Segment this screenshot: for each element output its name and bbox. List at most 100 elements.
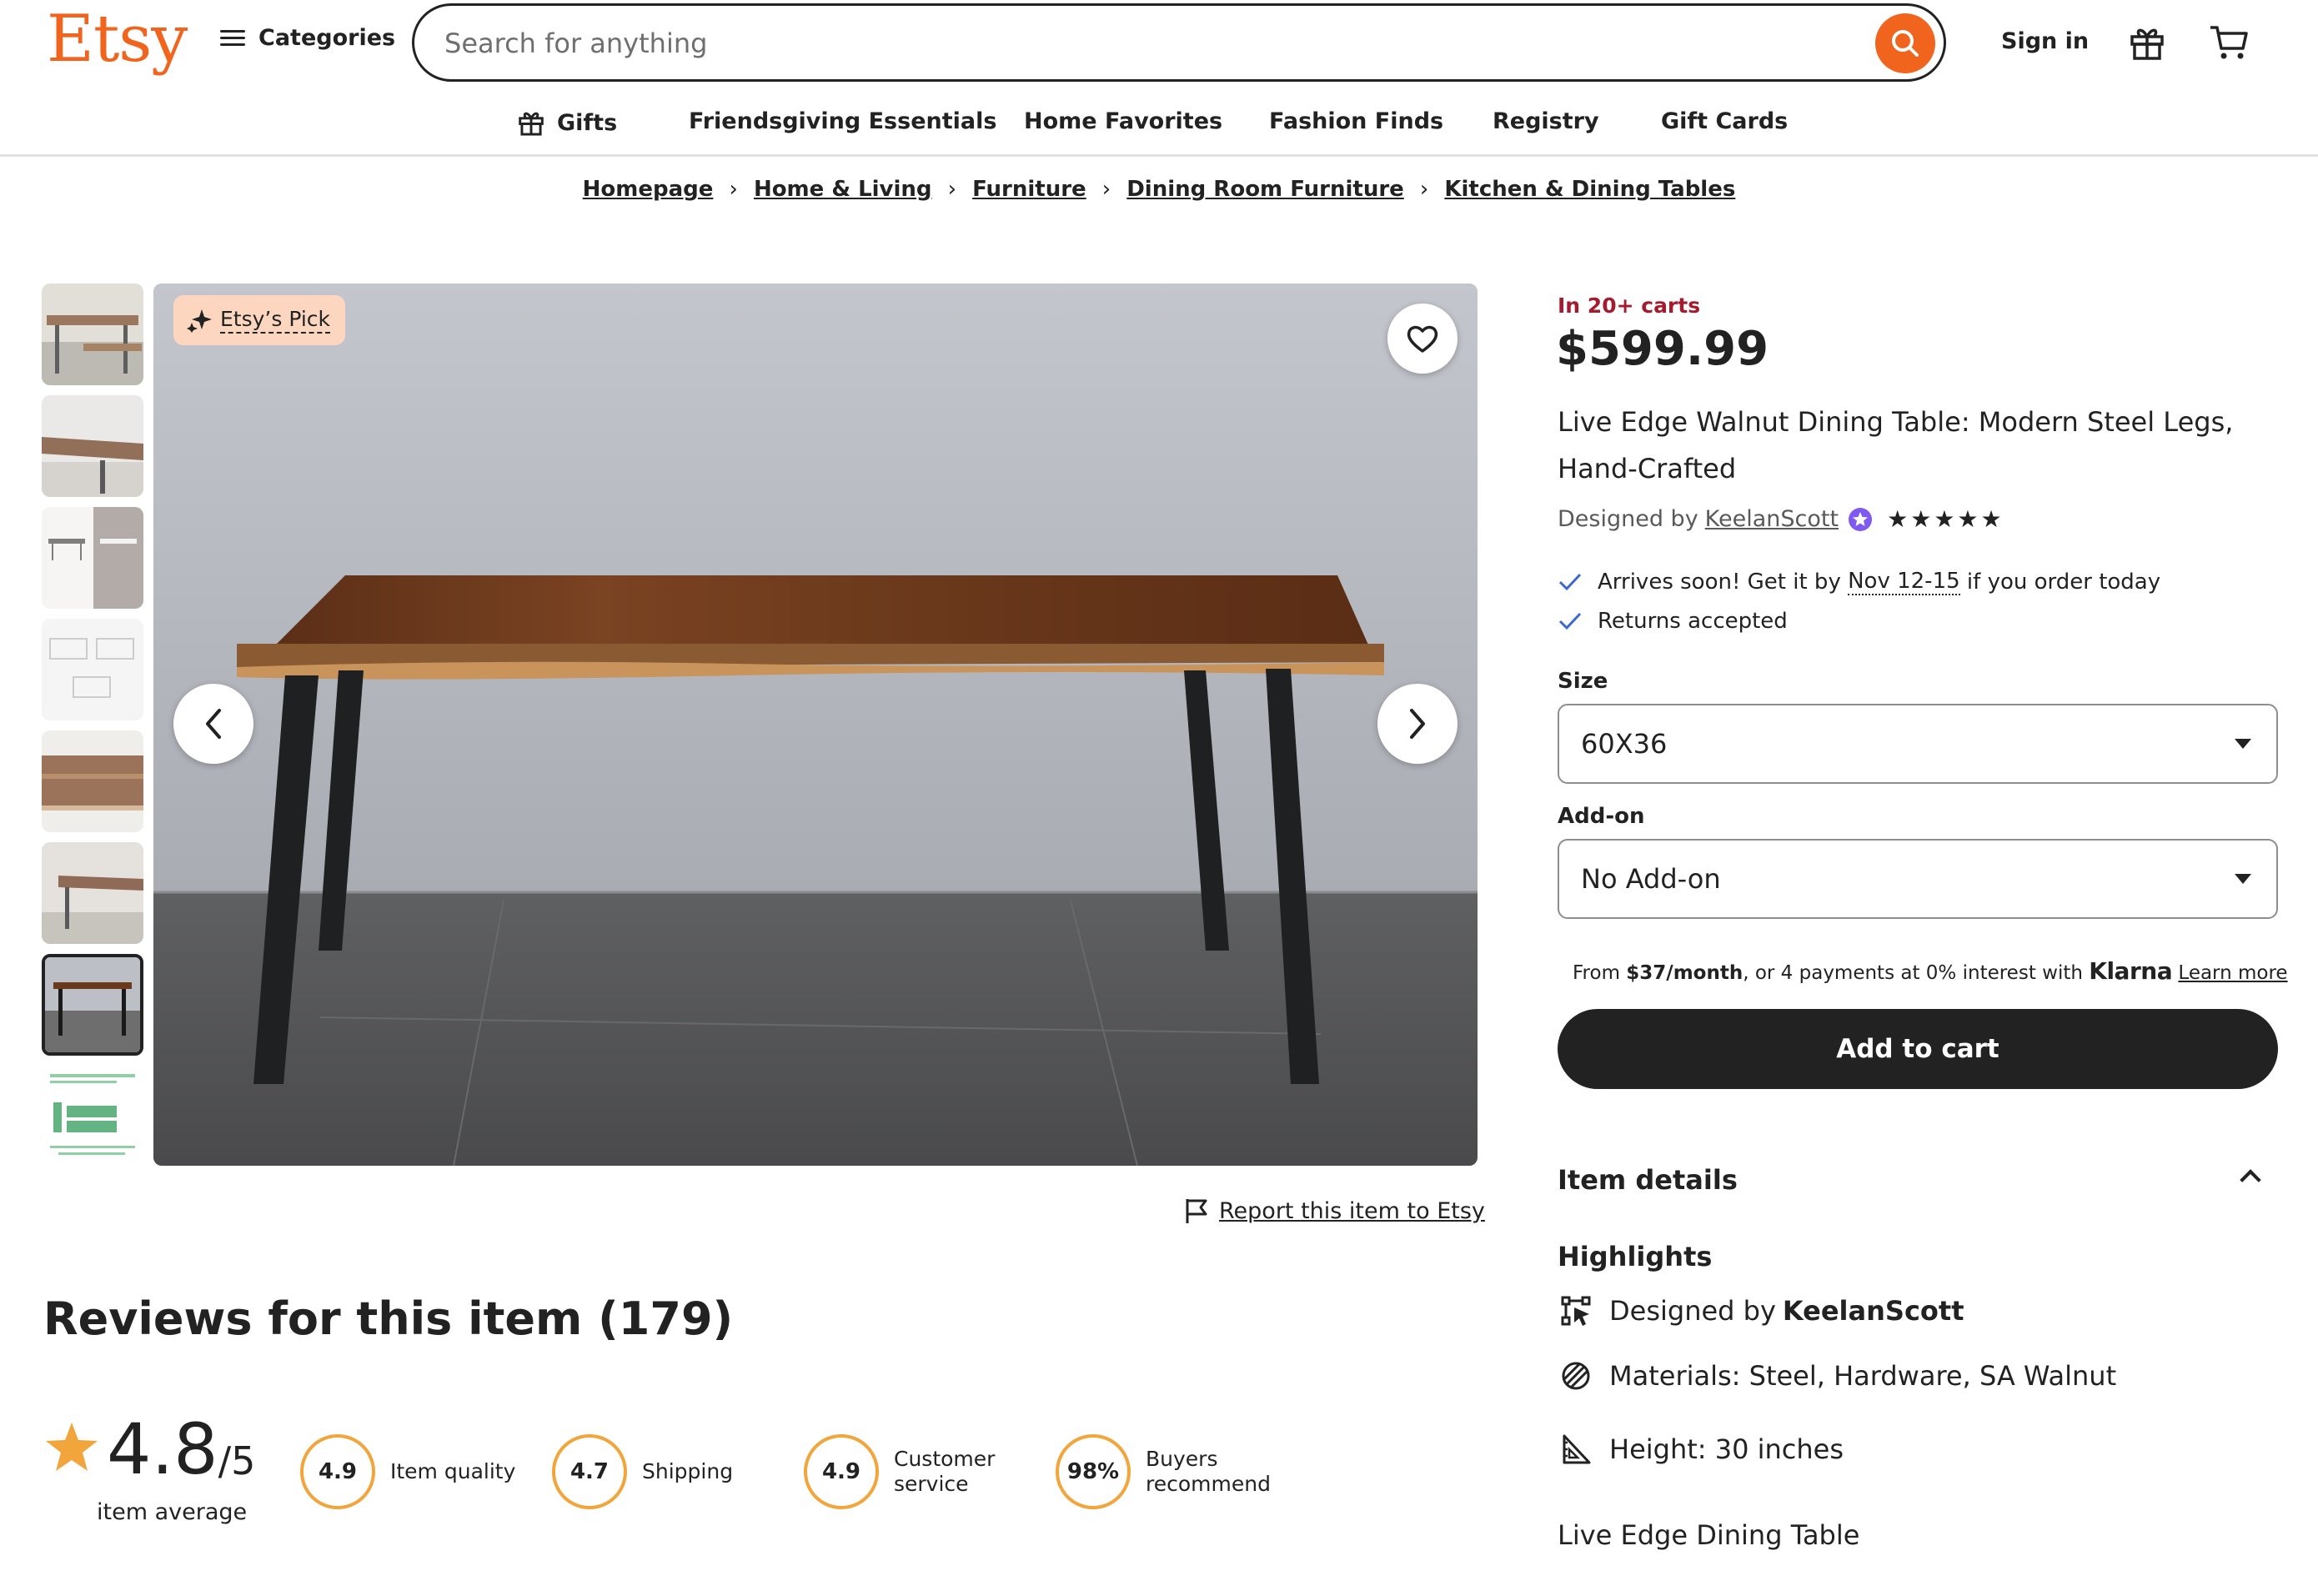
- chevron-up-icon: [2240, 1169, 2261, 1191]
- highlight-designed-prefix: Designed by: [1609, 1295, 1776, 1327]
- klarna-logo: Klarna: [2089, 957, 2173, 985]
- metric-value: 4.9: [804, 1434, 879, 1509]
- chevron-right-icon: ›: [947, 177, 956, 202]
- item-details-label: Item details: [1558, 1164, 1738, 1196]
- add-to-cart-button[interactable]: Add to cart: [1558, 1009, 2278, 1089]
- metric-customer-service: 4.9 Customer service: [804, 1434, 995, 1509]
- size-select[interactable]: 60X36: [1558, 704, 2278, 784]
- menu-icon: [220, 28, 245, 48]
- star-icon: ★: [1980, 505, 2002, 533]
- klarna-prefix: From: [1573, 962, 1620, 984]
- breadcrumb-furniture[interactable]: Furniture: [972, 177, 1086, 202]
- metric-label: Item quality: [390, 1459, 516, 1483]
- search-bar: [412, 3, 1946, 82]
- average-rating: 4.8 /5: [45, 1414, 255, 1484]
- design-tool-icon: [1561, 1296, 1591, 1326]
- next-image-button[interactable]: [1377, 684, 1458, 764]
- caret-down-icon: [2235, 874, 2251, 884]
- nav-friendsgiving[interactable]: Friendsgiving Essentials: [689, 108, 996, 134]
- size-label: Size: [1558, 669, 1608, 694]
- metric-item-quality: 4.9 Item quality: [300, 1434, 515, 1509]
- highlight-height: Height: 30 inches: [1559, 1433, 1844, 1466]
- thumbnail[interactable]: [42, 284, 143, 385]
- nav-gifts[interactable]: Gifts: [517, 108, 617, 137]
- nav-gift-cards[interactable]: Gift Cards: [1661, 108, 1788, 134]
- addon-label: Add-on: [1558, 804, 1645, 829]
- report-item-link[interactable]: Report this item to Etsy: [1184, 1197, 1485, 1224]
- nav-home-favorites[interactable]: Home Favorites: [1024, 108, 1222, 134]
- highlight-designed-by: Designed by KeelanScott: [1559, 1294, 1964, 1327]
- delivery-dates[interactable]: Nov 12-15: [1848, 569, 1960, 595]
- main-product-image[interactable]: Etsy’s Pick: [153, 284, 1478, 1166]
- thumbnail[interactable]: [42, 842, 143, 944]
- favorite-button[interactable]: [1387, 304, 1458, 374]
- product-photo: [153, 284, 1478, 1166]
- etsys-pick-badge[interactable]: Etsy’s Pick: [173, 295, 346, 345]
- star-icon: ★: [1910, 505, 1932, 533]
- shop-star-rating: ★ ★ ★ ★ ★: [1887, 505, 2004, 533]
- listing-description-heading: Live Edge Dining Table: [1558, 1519, 1860, 1551]
- check-icon: [1558, 573, 1582, 591]
- product-title: Live Edge Walnut Dining Table: Modern St…: [1558, 406, 2234, 484]
- thumbnail[interactable]: [42, 619, 143, 720]
- delivery-estimate: Arrives soon! Get it by Nov 12-15 if you…: [1558, 569, 2160, 595]
- thumbnail[interactable]: [42, 730, 143, 832]
- average-rating-label: item average: [97, 1499, 248, 1525]
- ruler-triangle-icon: [1563, 1434, 1591, 1464]
- highlights-heading: Highlights: [1558, 1241, 1713, 1272]
- klarna-learn-more-link[interactable]: Learn more: [2178, 962, 2287, 984]
- shop-name-link[interactable]: KeelanScott: [1705, 506, 1839, 532]
- star-seller-badge-icon: [1849, 507, 1873, 531]
- metric-value: 4.7: [552, 1434, 627, 1509]
- gift-icon: [2130, 28, 2164, 60]
- metric-buyers-recommend: 98% Buyers recommend: [1056, 1434, 1271, 1509]
- highlight-height-label: Height: 30 inches: [1609, 1433, 1844, 1465]
- thumbnail[interactable]: [42, 1066, 143, 1167]
- size-selected-value: 60X36: [1581, 728, 1668, 760]
- cart-button[interactable]: [2208, 23, 2250, 65]
- average-rating-value: 4.8: [107, 1408, 218, 1490]
- nav-registry[interactable]: Registry: [1493, 108, 1599, 134]
- etsys-pick-label: Etsy’s Pick: [220, 307, 331, 334]
- search-button[interactable]: [1875, 13, 1935, 73]
- metric-value: 4.9: [300, 1434, 375, 1509]
- thumbnail[interactable]: [42, 507, 143, 609]
- categories-button[interactable]: Categories: [220, 25, 395, 51]
- metric-label: Shipping: [642, 1459, 734, 1483]
- previous-image-button[interactable]: [173, 684, 253, 764]
- star-icon: ★: [1957, 505, 1979, 533]
- nav-fashion-finds[interactable]: Fashion Finds: [1269, 108, 1443, 134]
- klarna-financing: From $37/month, or 4 payments at 0% inte…: [1573, 957, 2288, 985]
- breadcrumb-homepage[interactable]: Homepage: [583, 177, 714, 202]
- chevron-right-icon: ›: [1419, 177, 1429, 202]
- chevron-right-icon: ›: [729, 177, 738, 202]
- breadcrumb-dining-room-furniture[interactable]: Dining Room Furniture: [1126, 177, 1404, 202]
- sign-in-link[interactable]: Sign in: [2001, 28, 2089, 54]
- flag-icon: [1186, 1199, 1207, 1223]
- metric-shipping: 4.7 Shipping: [552, 1434, 733, 1509]
- nav-gifts-label: Gifts: [557, 109, 618, 136]
- returns-label: Returns accepted: [1598, 609, 1788, 634]
- highlight-materials-label: Materials: Steel, Hardware, SA Walnut: [1609, 1360, 2117, 1392]
- average-rating-scale: /5: [218, 1438, 256, 1483]
- gift-mode-button[interactable]: [2128, 23, 2166, 65]
- check-icon: [1558, 612, 1582, 630]
- klarna-middle: , or 4 payments at 0% interest with: [1743, 962, 2083, 984]
- highlight-designed-shop[interactable]: KeelanScott: [1783, 1295, 1964, 1327]
- categories-label: Categories: [258, 25, 396, 51]
- metric-label: Buyers: [1146, 1447, 1218, 1471]
- reviews-heading: Reviews for this item (179): [43, 1292, 734, 1345]
- thumbnail-active[interactable]: [42, 954, 143, 1056]
- in-carts-notice: In 20+ carts: [1558, 294, 1701, 318]
- metric-label: Customer: [894, 1447, 996, 1471]
- etsy-logo[interactable]: Etsy: [47, 2, 188, 77]
- thumbnail[interactable]: [42, 395, 143, 497]
- returns-policy: Returns accepted: [1558, 609, 1788, 634]
- metric-label: service: [894, 1472, 969, 1496]
- breadcrumb-kitchen-dining-tables[interactable]: Kitchen & Dining Tables: [1444, 177, 1735, 202]
- materials-icon: [1562, 1362, 1590, 1390]
- addon-select[interactable]: No Add-on: [1558, 839, 2278, 919]
- item-details-toggle[interactable]: Item details: [1558, 1164, 2261, 1196]
- search-input[interactable]: [444, 24, 1829, 63]
- breadcrumb-home-living[interactable]: Home & Living: [754, 177, 932, 202]
